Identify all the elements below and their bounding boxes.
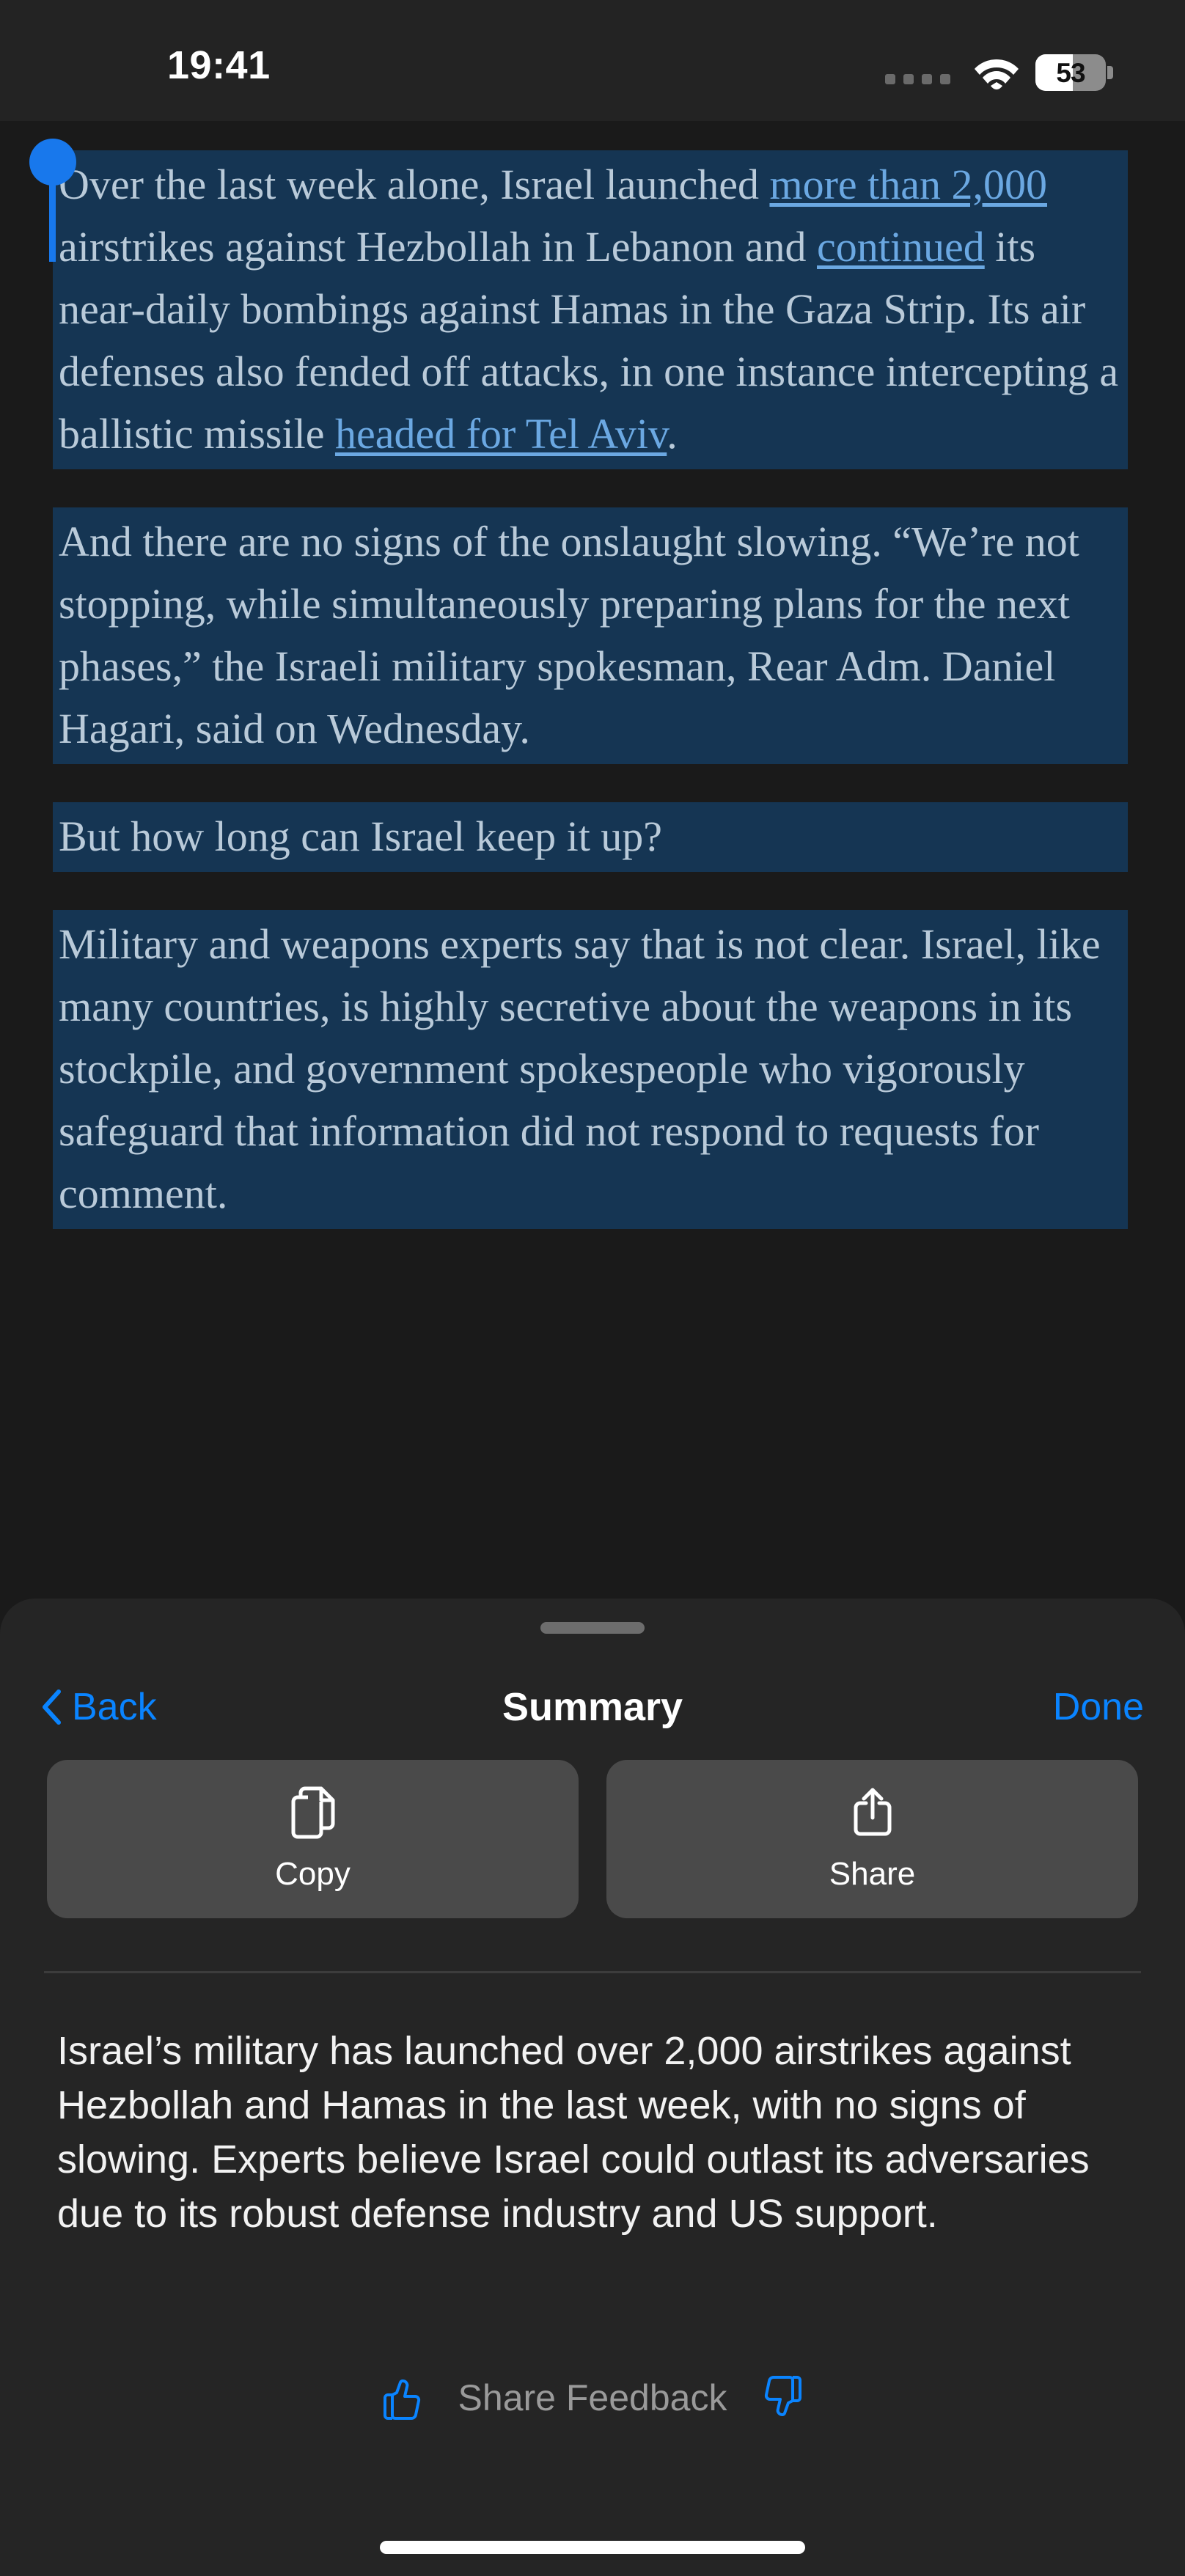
chevron-left-icon <box>43 1689 61 1725</box>
feedback-row: Share Feedback <box>0 2374 1185 2421</box>
article-paragraph: Military and weapons experts say that is… <box>53 910 1128 1229</box>
article-text-run: Over the last week alone, Israel launche… <box>59 161 770 208</box>
article-content[interactable]: Over the last week alone, Israel launche… <box>0 121 1185 1599</box>
sheet-navigation-bar: Back Summary Done <box>0 1663 1185 1751</box>
article-paragraphs[interactable]: Over the last week alone, Israel launche… <box>53 150 1128 1229</box>
home-indicator[interactable] <box>380 2541 805 2554</box>
sheet-action-row: Copy Share <box>0 1760 1185 1918</box>
cellular-dots-icon <box>885 74 950 84</box>
sheet-grabber[interactable] <box>540 1622 645 1634</box>
article-text-run: airstrikes against Hezbollah in Lebanon … <box>59 223 818 271</box>
article-paragraph: But how long can Israel keep it up? <box>53 802 1128 872</box>
article-text-run: Military and weapons experts say that is… <box>59 920 1101 1217</box>
article-text-run: But how long can Israel keep it up? <box>59 812 663 860</box>
battery-indicator: 53 <box>1035 54 1113 91</box>
copy-doc-icon <box>291 1786 334 1839</box>
article-text-run: And there are no signs of the onslaught … <box>59 518 1079 752</box>
status-bar-clock: 19:41 <box>167 43 271 87</box>
share-button[interactable]: Share <box>606 1760 1138 1918</box>
article-link[interactable]: headed for Tel Aviv <box>335 410 667 458</box>
sheet-divider <box>44 1971 1141 1973</box>
page-title: Summary <box>502 1685 683 1729</box>
back-button[interactable]: Back <box>41 1685 157 1729</box>
copy-button-label: Copy <box>275 1856 351 1892</box>
article-text-run: . <box>667 410 678 458</box>
summary-body-text: Israel’s military has launched over 2,00… <box>57 2029 1090 2236</box>
article-link[interactable]: continued <box>817 223 985 271</box>
selection-start-handle[interactable] <box>29 139 76 262</box>
phone-screen: 19:41 53 Over the last week alone, Israe… <box>0 0 1185 2576</box>
wifi-icon <box>975 59 1019 89</box>
back-button-label: Back <box>72 1686 157 1728</box>
share-square-arrow-up-icon <box>854 1788 891 1836</box>
battery-percent-label: 53 <box>1056 57 1085 88</box>
share-feedback-label[interactable]: Share Feedback <box>458 2377 727 2419</box>
copy-button[interactable]: Copy <box>47 1760 579 1918</box>
article-paragraph: Over the last week alone, Israel launche… <box>53 150 1128 469</box>
article-paragraph: And there are no signs of the onslaught … <box>53 507 1128 764</box>
thumbs-down-icon[interactable] <box>760 2374 807 2421</box>
thumbs-up-icon[interactable] <box>378 2374 425 2421</box>
status-bar-indicators: 53 <box>885 54 1113 91</box>
article-link[interactable]: more than 2,000 <box>769 161 1047 208</box>
done-button[interactable]: Done <box>1053 1685 1144 1729</box>
share-button-label: Share <box>829 1856 916 1892</box>
status-bar: 19:41 53 <box>0 0 1185 121</box>
